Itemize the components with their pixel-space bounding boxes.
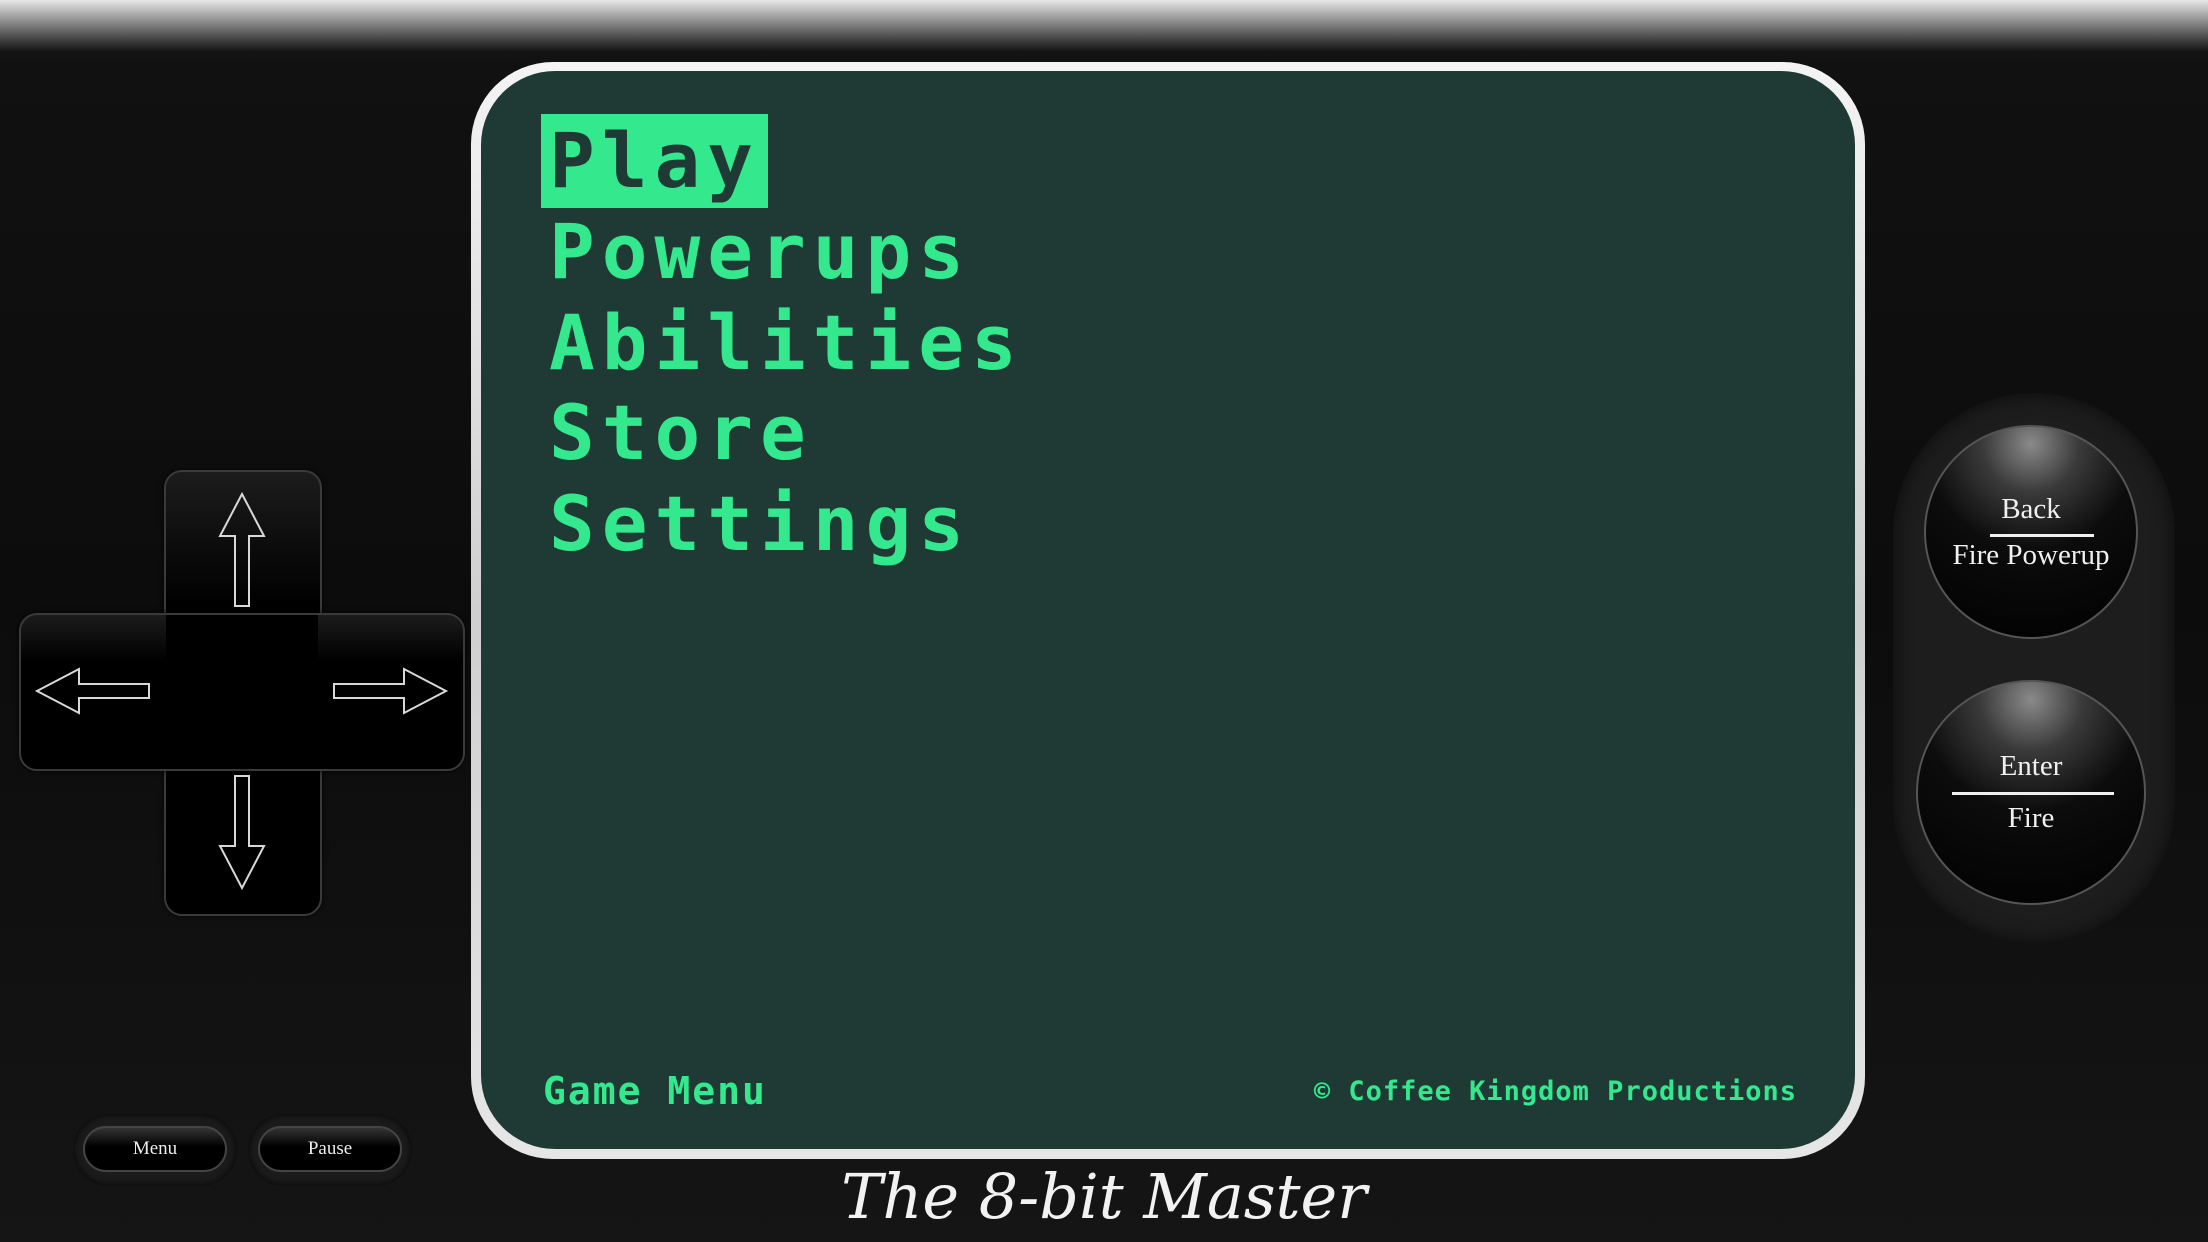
- dpad-up-button[interactable]: [166, 470, 318, 615]
- enter-button-divider: [1952, 792, 2114, 795]
- menu-item-abilities[interactable]: Abilities: [541, 296, 1032, 390]
- menu-item-powerups[interactable]: Powerups: [541, 205, 979, 299]
- enter-button[interactable]: Enter Fire: [1916, 680, 2146, 905]
- dpad: [19, 470, 465, 916]
- game-screen: Play Powerups Abilities Store Settings G…: [481, 71, 1855, 1149]
- fire-label: Fire: [2007, 802, 2055, 834]
- back-button-divider: [1990, 534, 2094, 537]
- dpad-down-button[interactable]: [166, 767, 318, 912]
- device-title: The 8-bit Master: [841, 1160, 1367, 1233]
- arrow-left-icon: [34, 667, 150, 715]
- arrow-up-icon: [218, 491, 266, 607]
- enter-label: Enter: [1999, 750, 2063, 782]
- dpad-center: [166, 615, 318, 767]
- fire-powerup-label: Fire Powerup: [1952, 539, 2110, 571]
- arrow-right-icon: [333, 667, 449, 715]
- menu-item-settings[interactable]: Settings: [541, 477, 979, 571]
- arrow-down-icon: [218, 775, 266, 891]
- back-label: Back: [2001, 493, 2061, 525]
- dpad-left-button[interactable]: [19, 615, 166, 767]
- top-bezel: [0, 0, 2208, 52]
- dpad-right-button[interactable]: [318, 615, 461, 767]
- copyright-text: © Coffee Kingdom Productions: [1313, 1076, 1797, 1107]
- menu-item-play[interactable]: Play: [541, 114, 769, 208]
- screen-title: Game Menu: [543, 1069, 767, 1113]
- back-button[interactable]: Back Fire Powerup: [1924, 425, 2138, 639]
- menu-item-store[interactable]: Store: [541, 386, 821, 480]
